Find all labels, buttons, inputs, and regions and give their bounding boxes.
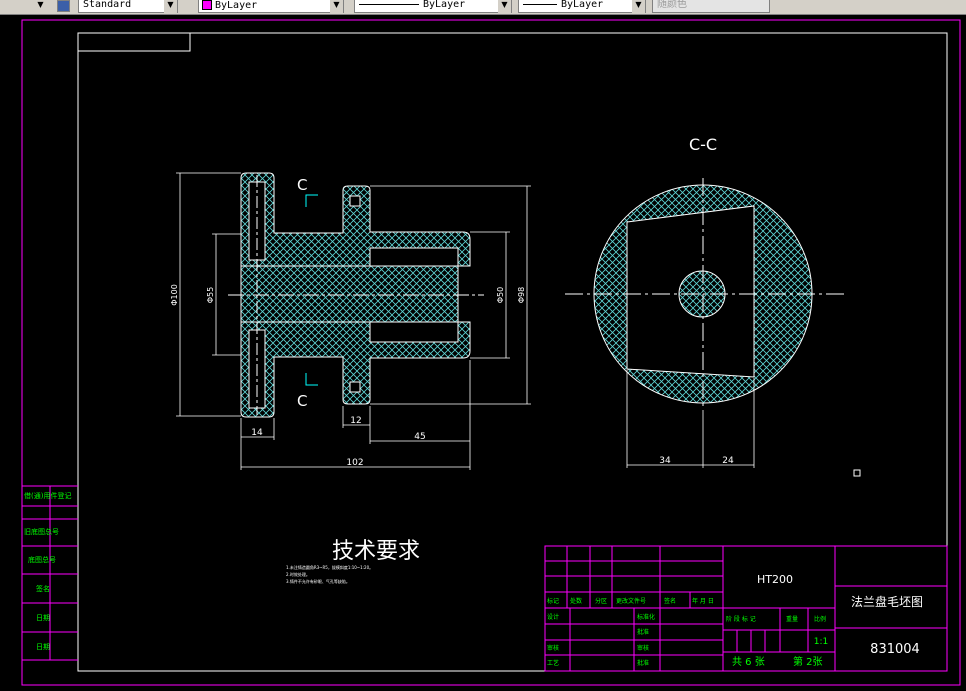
chevron-down-icon[interactable]: ▼ xyxy=(632,0,645,13)
hatched-section-top xyxy=(240,172,471,267)
layer-value: ByLayer xyxy=(215,0,258,11)
properties-toolbar: ▼ Standard ▼ ByLayer ▼ ByLayer ▼ ByLayer… xyxy=(0,0,966,15)
tb-header: 分区 xyxy=(595,597,607,605)
outer-sheet-border xyxy=(21,19,961,686)
strip-label: 底图总号 xyxy=(28,555,56,564)
tb-header: 更改文件号 xyxy=(616,597,646,605)
stage-header: 阶 段 标 记 xyxy=(726,615,756,623)
chevron-down-icon[interactable]: ▼ xyxy=(498,0,511,13)
tb-header: 年 月 日 xyxy=(692,597,714,605)
strip-label: 旧底图总号 xyxy=(24,527,59,536)
tb-header: 签名 xyxy=(664,597,676,605)
central-bore-band xyxy=(240,265,459,323)
dim-24: 24 xyxy=(722,456,734,466)
color-swatch-icon xyxy=(202,0,212,10)
dim-12: 12 xyxy=(350,416,361,426)
tb-role: 工艺 xyxy=(547,659,559,667)
section-letter: C xyxy=(297,176,307,194)
dropdown-arrow-icon[interactable]: ▼ xyxy=(34,0,47,13)
small-hole-bottom xyxy=(349,381,361,393)
tech-note: 2.时效处理。 xyxy=(286,571,310,577)
linetype-sample xyxy=(359,3,419,5)
sheets-total: 共 6 张 xyxy=(732,656,765,668)
text-style-value: Standard xyxy=(83,0,132,10)
tb-role: 审核 xyxy=(637,644,649,652)
scale-value: 1:1 xyxy=(814,637,828,647)
strip-label: 日期 xyxy=(36,614,50,622)
color-select[interactable]: 随颜色 xyxy=(652,0,770,13)
tb-header: 处数 xyxy=(570,597,582,605)
section-title: C-C xyxy=(689,135,717,154)
dim-d100: Φ100 xyxy=(170,284,179,306)
dim-d55: Φ55 xyxy=(206,287,215,303)
chevron-down-icon[interactable]: ▼ xyxy=(330,0,343,13)
small-hole-top xyxy=(349,195,361,207)
strip-label: 日期 xyxy=(36,643,50,651)
corner-code-box xyxy=(77,32,191,52)
stage-header: 重量 xyxy=(786,615,798,623)
chevron-down-icon[interactable]: ▼ xyxy=(164,0,177,13)
tb-role: 批准 xyxy=(637,659,649,667)
text-style-select[interactable]: Standard xyxy=(78,0,178,13)
linetype-value: ByLayer xyxy=(423,0,466,10)
flange-section-view[interactable] xyxy=(228,172,484,418)
drawing-canvas[interactable]: 借(通)用件登记 旧底图总号 底图总号 签名 日期 日期 C C Φ100 Φ5… xyxy=(0,14,966,687)
inner-drawing-frame xyxy=(77,32,948,672)
left-binding-strip: 借(通)用件登记 旧底图总号 底图总号 签名 日期 日期 xyxy=(22,485,78,661)
color-value: 随颜色 xyxy=(657,0,687,10)
tech-requirements-title: 技术要求 xyxy=(332,539,420,564)
dim-102: 102 xyxy=(346,458,363,468)
strip-label: 签名 xyxy=(36,584,50,593)
layer-select[interactable]: ByLayer xyxy=(198,0,344,13)
dim-14: 14 xyxy=(251,428,263,438)
dim-34: 34 xyxy=(659,456,671,466)
dim-d98: Φ98 xyxy=(517,287,526,303)
tb-role: 标准化 xyxy=(637,613,655,621)
tb-role: 设计 xyxy=(547,613,559,621)
tb-role: 批准 xyxy=(637,628,649,636)
lineweight-sample xyxy=(523,3,557,5)
material-label: HT200 xyxy=(757,573,793,586)
tb-role: 审核 xyxy=(547,644,559,652)
tech-note: 1.未注铸造圆角R3~R5，拔模斜度1:10~1:20。 xyxy=(286,564,373,570)
tb-header: 标记 xyxy=(547,597,559,605)
linetype-select[interactable]: ByLayer xyxy=(354,0,512,13)
strip-label: 借(通)用件登记 xyxy=(24,491,71,500)
dim-d50: Φ50 xyxy=(496,287,505,303)
dim-45: 45 xyxy=(414,432,425,442)
tech-note: 3.铸件不允许有砂眼、气孔等缺陷。 xyxy=(286,578,350,584)
cc-section-view[interactable]: C-C xyxy=(565,135,846,410)
section-marker-bottom: C xyxy=(297,373,318,410)
text-style-icon[interactable] xyxy=(57,0,70,12)
section-letter: C xyxy=(297,392,307,410)
lineweight-value: ByLayer xyxy=(561,0,604,10)
drawing-name: 法兰盘毛坯图 xyxy=(851,594,923,609)
lineweight-select[interactable]: ByLayer xyxy=(518,0,646,13)
sheet-number: 第 2张 xyxy=(793,655,823,668)
drawing-number: 831004 xyxy=(870,642,920,657)
stage-header: 比例 xyxy=(814,615,826,623)
grip-point[interactable] xyxy=(853,469,861,477)
section-marker-top: C xyxy=(297,176,318,207)
hatched-section-bottom xyxy=(240,321,471,418)
